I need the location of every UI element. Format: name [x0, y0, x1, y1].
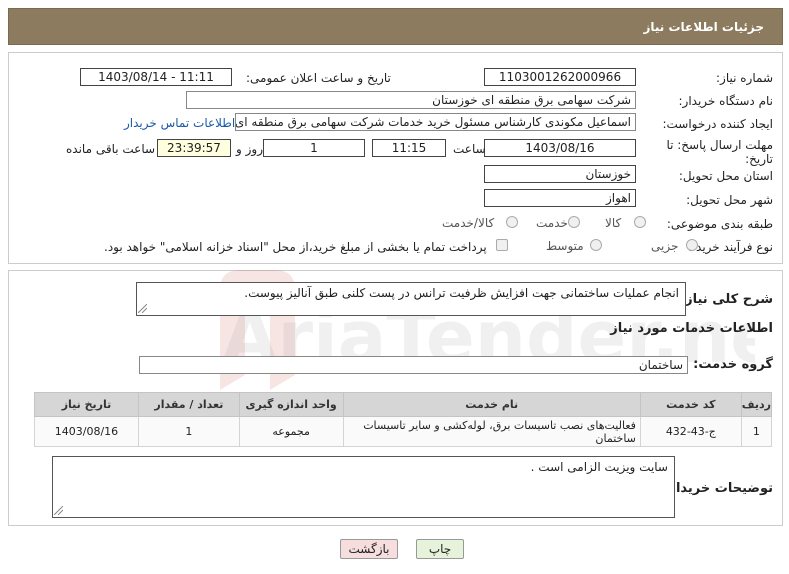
table-header-row: ردیف کد خدمت نام خدمت واحد اندازه گیری ت… [34, 392, 773, 417]
services-section-title: اطلاعات خدمات مورد نیاز [610, 321, 773, 336]
need-number-label: شماره نیاز: [716, 71, 773, 85]
time-label: ساعت [453, 142, 486, 156]
cell-name: فعالیت‌های نصب تاسیسات برق، لوله‌کشی و س… [342, 416, 641, 447]
city-field[interactable]: اهواز [484, 189, 636, 207]
radio-kala-khedmat-label: کالا/خدمت [442, 216, 495, 230]
col-name: نام خدمت [342, 392, 641, 417]
remaining-label: ساعت باقی مانده [66, 142, 156, 156]
city-label: شهر محل تحویل: [686, 193, 773, 207]
announce-field[interactable]: 1403/08/14 - 11:11 [80, 68, 232, 86]
col-code: کد خدمت [639, 392, 742, 417]
cell-unit: مجموعه [238, 416, 344, 447]
radio-jozii[interactable] [686, 239, 698, 251]
radio-motevaset-label: متوسط [546, 239, 584, 253]
category-label: طبقه بندی موضوعی: [666, 217, 773, 231]
buyer-notes-textarea[interactable]: سایت ویزیت الزامی است . [52, 456, 675, 518]
summary-label: شرح کلی نیاز: [679, 292, 773, 307]
col-qty: تعداد / مقدار [137, 392, 240, 417]
payment-note: پرداخت تمام یا بخشی از مبلغ خرید،از محل … [104, 240, 487, 254]
radio-kala-khedmat[interactable] [506, 216, 518, 228]
creator-label: ایجاد کننده درخواست: [662, 117, 773, 131]
radio-jozii-label: جزیی [651, 239, 679, 253]
col-row: ردیف [740, 392, 773, 417]
announce-label: تاریخ و ساعت اعلان عمومی: [246, 71, 391, 85]
remaining-time-field: 23:39:57 [157, 139, 231, 157]
buyer-notes-label: توضیحات خریدار: [663, 481, 773, 496]
panel-title: جزئیات اطلاعات نیاز [643, 20, 764, 34]
cell-qty: 1 [137, 416, 240, 447]
cell-code: ج-43-432 [639, 416, 742, 447]
buyer-org-label: نام دستگاه خریدار: [678, 94, 774, 108]
services-table: ردیف کد خدمت نام خدمت واحد اندازه گیری ت… [34, 392, 773, 447]
need-number-field[interactable]: 1103001262000966 [484, 68, 636, 86]
radio-motevaset[interactable] [590, 239, 602, 251]
cell-row: 1 [740, 416, 773, 447]
table-row[interactable]: 1 ج-43-432 فعالیت‌های نصب تاسیسات برق، ل… [34, 416, 773, 447]
col-date: تاریخ نیاز [34, 392, 139, 417]
radio-kala-label: کالا [605, 216, 622, 230]
buyer-org-field[interactable]: شرکت سهامی برق منطقه ای خوزستان [186, 91, 636, 109]
days-label: روز و [236, 142, 263, 156]
resize-grip-icon[interactable] [138, 304, 147, 313]
treasury-checkbox[interactable] [496, 239, 508, 251]
deadline-date-field[interactable]: 1403/08/16 [484, 139, 636, 157]
radio-khedmat[interactable] [568, 216, 580, 228]
contact-info-link[interactable]: اطلاعات تماس خریدار [124, 116, 235, 130]
cell-date: 1403/08/16 [34, 416, 139, 447]
days-field[interactable]: 1 [263, 139, 365, 157]
resize-grip-icon[interactable] [54, 506, 63, 515]
back-button[interactable]: بازگشت [340, 539, 398, 559]
radio-khedmat-label: خدمت [536, 216, 568, 230]
deadline-time-field[interactable]: 11:15 [372, 139, 446, 157]
summary-textarea[interactable]: انجام عملیات ساختمانی جهت افزایش ظرفیت ت… [136, 282, 686, 316]
radio-kala[interactable] [634, 216, 646, 228]
panel-header: جزئیات اطلاعات نیاز [8, 8, 783, 45]
province-field[interactable]: خوزستان [484, 165, 636, 183]
announce-value: 1403/08/14 - 11:11 [98, 70, 214, 84]
service-group-field[interactable]: ساختمان [139, 356, 688, 374]
print-button[interactable]: چاپ [416, 539, 464, 559]
province-label: استان محل تحویل: [678, 169, 773, 183]
deadline-label: مهلت ارسال پاسخ: تا تاریخ: [666, 138, 773, 166]
service-group-label: گروه خدمت: [693, 357, 773, 372]
col-unit: واحد اندازه گیری [238, 392, 344, 417]
process-label: نوع فرآیند خرید : [688, 240, 773, 254]
creator-field[interactable]: اسماعیل مکوندی کارشناس مسئول خرید خدمات … [235, 113, 636, 131]
